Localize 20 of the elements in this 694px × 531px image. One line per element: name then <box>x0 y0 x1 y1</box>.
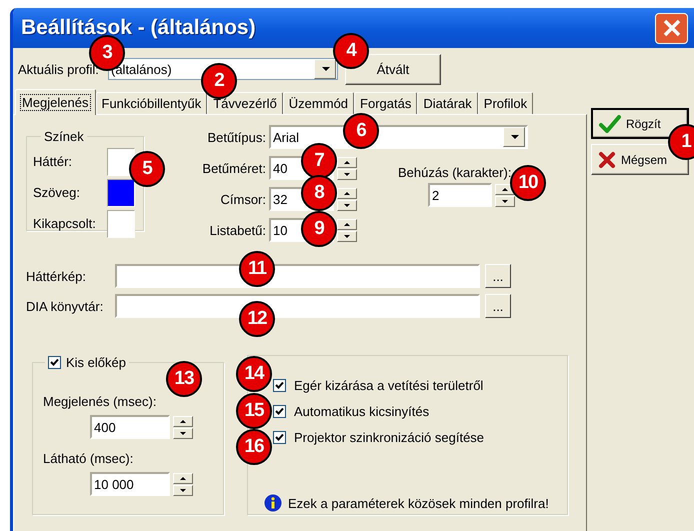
window-title: Beállítások - (általános) <box>21 16 256 40</box>
field-label: Listabetű: <box>210 222 266 238</box>
field-label: Címsor: <box>220 192 266 206</box>
field-label: Betűtípus: <box>207 130 266 144</box>
field-label: Háttérkép: <box>26 268 87 284</box>
info-text: Ezek a paraméterek közösek minden profilra! <box>288 496 549 510</box>
field-label: Betűméret: <box>202 160 266 176</box>
field-label: Megjelenés (msec): <box>43 394 158 409</box>
color-label: Kikapcsolt: <box>33 216 96 231</box>
color-label: Szöveg: <box>33 185 80 200</box>
checkbox-label: Kis előkép <box>66 355 126 370</box>
color-label: Háttér: <box>33 154 72 169</box>
field-label: Látható (msec): <box>43 451 134 466</box>
group-title: Színek <box>43 129 85 144</box>
checkbox-label: Egér kizárása a vetítési területről <box>294 378 484 393</box>
checkbox-label: Automatikus kicsinyítés <box>294 404 430 419</box>
profile-label: Aktuális profil: <box>18 62 100 76</box>
checkbox-label: Projektor szinkronizáció segítése <box>294 430 484 445</box>
field-label: DIA könyvtár: <box>26 298 104 314</box>
field-label: Behúzás (karakter): <box>398 165 512 180</box>
